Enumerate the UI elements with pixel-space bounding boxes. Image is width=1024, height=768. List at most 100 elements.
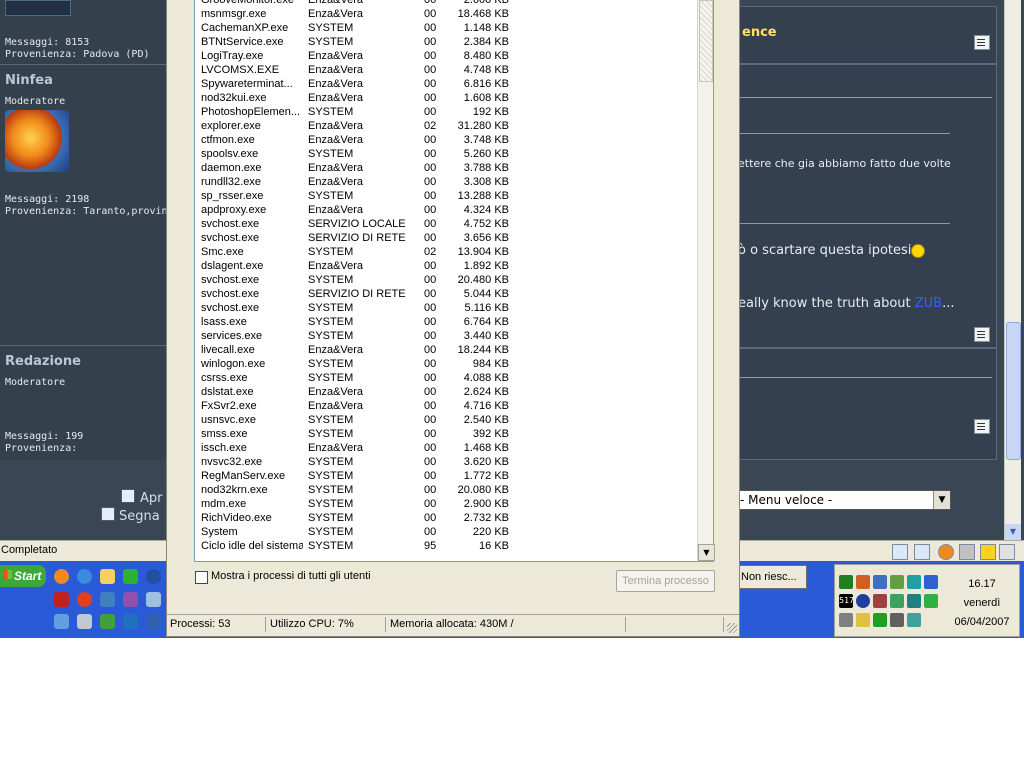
process-row[interactable]: svchost.exe SERVIZIO DI RETE 00 5.044 KB <box>195 288 695 302</box>
edit-post-icon[interactable] <box>974 35 990 50</box>
tray-icon[interactable] <box>890 594 904 608</box>
process-row[interactable]: rundll32.exe Enza&Vera 00 3.308 KB <box>195 176 695 190</box>
new-topic-link[interactable]: Apr <box>140 491 163 506</box>
app-icon[interactable] <box>77 614 92 629</box>
tray-icon[interactable] <box>839 613 853 627</box>
process-row[interactable]: mdm.exe SYSTEM 00 2.900 KB <box>195 498 695 512</box>
lightning-icon[interactable] <box>980 544 996 560</box>
process-row[interactable]: BTNtService.exe SYSTEM 00 2.384 KB <box>195 36 695 50</box>
edit-post-icon[interactable] <box>974 419 990 434</box>
tray-icon[interactable] <box>873 594 887 608</box>
firefox-icon[interactable] <box>54 569 69 584</box>
process-row[interactable]: csrss.exe SYSTEM 00 4.088 KB <box>195 372 695 386</box>
process-row[interactable]: sp_rsser.exe SYSTEM 00 13.288 KB <box>195 190 695 204</box>
start-button[interactable]: Start <box>0 565 46 587</box>
process-row[interactable]: winlogon.exe SYSTEM 00 984 KB <box>195 358 695 372</box>
process-row[interactable]: nvsvc32.exe SYSTEM 00 3.620 KB <box>195 456 695 470</box>
tray-icon[interactable] <box>890 613 904 627</box>
process-row[interactable]: msnmsgr.exe Enza&Vera 00 18.468 KB <box>195 8 695 22</box>
end-process-button[interactable]: Termina processo <box>616 570 715 592</box>
process-row[interactable]: usnsvc.exe SYSTEM 00 2.540 KB <box>195 414 695 428</box>
edit-post-icon[interactable] <box>974 327 990 342</box>
app-icon[interactable] <box>54 592 69 607</box>
process-row[interactable]: explorer.exe Enza&Vera 02 31.280 KB <box>195 120 695 134</box>
tray-icon[interactable] <box>839 575 853 589</box>
process-row[interactable]: LogiTray.exe Enza&Vera 00 8.480 KB <box>195 50 695 64</box>
process-list-scrollbar[interactable]: ▼ <box>697 0 715 561</box>
process-row[interactable]: services.exe SYSTEM 00 3.440 KB <box>195 330 695 344</box>
process-row[interactable]: apdproxy.exe Enza&Vera 00 4.324 KB <box>195 204 695 218</box>
process-row[interactable]: ctfmon.exe Enza&Vera 00 3.748 KB <box>195 134 695 148</box>
scroll-down-arrow-icon[interactable]: ▼ <box>698 544 715 561</box>
process-row[interactable]: GrooveMonitor.exe Enza&Vera 00 2.600 KB <box>195 0 695 8</box>
app-icon[interactable] <box>123 592 138 607</box>
process-row[interactable]: RichVideo.exe SYSTEM 00 2.732 KB <box>195 512 695 526</box>
process-row[interactable]: PhotoshopElemen... SYSTEM 00 192 KB <box>195 106 695 120</box>
process-row[interactable]: spoolsv.exe SYSTEM 00 5.260 KB <box>195 148 695 162</box>
app-icon[interactable] <box>100 592 115 607</box>
tray-icon[interactable] <box>924 594 938 608</box>
process-row[interactable]: svchost.exe SERVIZIO LOCALE 00 4.752 KB <box>195 218 695 232</box>
app-icon[interactable] <box>146 614 161 629</box>
popup-blocked-icon[interactable] <box>892 544 908 560</box>
show-all-users-checkbox[interactable] <box>195 571 208 584</box>
scroll-down-arrow-icon[interactable]: ▼ <box>1005 524 1021 540</box>
process-row[interactable]: LVCOMSX.EXE Enza&Vera 00 4.748 KB <box>195 64 695 78</box>
process-row[interactable]: RegManServ.exe SYSTEM 00 1.772 KB <box>195 470 695 484</box>
tray-icon[interactable] <box>907 594 921 608</box>
outlook-icon[interactable] <box>100 569 115 584</box>
process-row[interactable]: svchost.exe SYSTEM 00 5.116 KB <box>195 302 695 316</box>
report-link[interactable]: Segna <box>119 509 160 524</box>
internet-explorer-icon[interactable] <box>77 569 92 584</box>
tray-icon[interactable] <box>856 613 870 627</box>
quick-menu-select[interactable]: - Menu veloce - ▼ <box>737 490 951 510</box>
app-icon[interactable] <box>77 592 92 607</box>
app-icon[interactable] <box>100 614 115 629</box>
process-row[interactable]: issch.exe Enza&Vera 00 1.468 KB <box>195 442 695 456</box>
post-link[interactable]: ZUB <box>915 296 942 311</box>
tray-icon[interactable] <box>890 575 904 589</box>
trash-icon[interactable] <box>999 544 1015 560</box>
process-row[interactable]: nod32kui.exe Enza&Vera 00 1.608 KB <box>195 92 695 106</box>
app-icon[interactable] <box>123 614 138 629</box>
tray-icon[interactable] <box>907 575 921 589</box>
process-row[interactable]: CachemanXP.exe SYSTEM 00 1.148 KB <box>195 22 695 36</box>
app-icon[interactable] <box>54 614 69 629</box>
process-row[interactable]: svchost.exe SYSTEM 00 20.480 KB <box>195 274 695 288</box>
plugin-icon[interactable] <box>959 544 975 560</box>
process-row[interactable]: System SYSTEM 00 220 KB <box>195 526 695 540</box>
process-row[interactable]: dslstat.exe Enza&Vera 00 2.624 KB <box>195 386 695 400</box>
checkmark-icon[interactable] <box>123 569 138 584</box>
process-row[interactable]: FxSvr2.exe Enza&Vera 00 4.716 KB <box>195 400 695 414</box>
firefox-icon[interactable] <box>938 544 954 560</box>
scrollbar-thumb[interactable] <box>1006 322 1021 460</box>
app-icon[interactable] <box>146 592 161 607</box>
process-row[interactable]: Ciclo idle del sistema SYSTEM 95 16 KB <box>195 540 695 554</box>
media-player-icon[interactable] <box>146 569 161 584</box>
process-row[interactable]: smss.exe SYSTEM 00 392 KB <box>195 428 695 442</box>
chevron-down-icon[interactable]: ▼ <box>933 491 950 509</box>
tray-icon[interactable] <box>924 575 938 589</box>
resize-grip[interactable] <box>727 623 737 633</box>
browser-scrollbar[interactable]: ▼ <box>1004 0 1021 540</box>
tray-icon[interactable] <box>873 575 887 589</box>
clock[interactable]: 16.17 venerdì 06/04/2007 <box>947 575 1017 632</box>
process-row[interactable]: lsass.exe SYSTEM 00 6.764 KB <box>195 316 695 330</box>
tray-icon[interactable] <box>907 613 921 627</box>
tray-icon[interactable] <box>856 575 870 589</box>
process-row[interactable]: Spywareterminat... Enza&Vera 00 6.816 KB <box>195 78 695 92</box>
process-row[interactable]: svchost.exe SERVIZIO DI RETE 00 3.656 KB <box>195 232 695 246</box>
process-list[interactable]: GrooveMonitor.exe Enza&Vera 00 2.600 KB msnm… <box>194 0 715 562</box>
network-icon[interactable] <box>873 613 887 627</box>
process-row[interactable]: nod32krn.exe SYSTEM 00 20.080 KB <box>195 484 695 498</box>
process-row[interactable]: Smc.exe SYSTEM 02 13.904 KB <box>195 246 695 260</box>
tray-badge[interactable]: 517 <box>839 594 854 608</box>
process-row[interactable]: dslagent.exe Enza&Vera 00 1.892 KB <box>195 260 695 274</box>
bluetooth-icon[interactable] <box>856 594 870 608</box>
taskbar-window-button[interactable]: Non riesc... <box>737 565 807 589</box>
author-name[interactable]: Ninfea <box>5 73 53 88</box>
author-name[interactable]: Redazione <box>5 354 81 369</box>
process-row[interactable]: daemon.exe Enza&Vera 00 3.788 KB <box>195 162 695 176</box>
scrollbar-thumb[interactable] <box>699 0 713 82</box>
process-row[interactable]: livecall.exe Enza&Vera 00 18.244 KB <box>195 344 695 358</box>
